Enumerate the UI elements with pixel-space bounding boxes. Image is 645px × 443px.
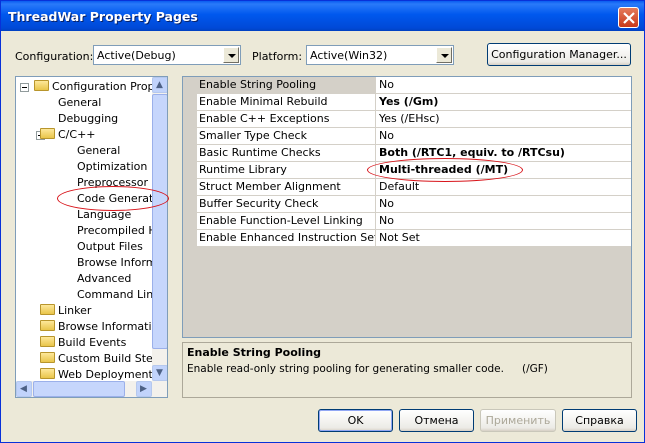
tree-item[interactable]: C/C++	[40, 127, 96, 143]
scroll-up-button[interactable]: ▲	[152, 77, 167, 93]
configuration-value: Active(Debug)	[97, 49, 176, 62]
folder-icon	[40, 352, 55, 363]
grid-row[interactable]: Buffer Security Check No	[197, 196, 631, 213]
tree-item[interactable]: General	[77, 143, 120, 159]
ok-button[interactable]: OK	[318, 409, 393, 432]
arrow-right-icon: ▶	[140, 384, 147, 394]
tree-item[interactable]: Browse Information	[40, 319, 165, 335]
grid-row[interactable]: Enable C++ Exceptions Yes (/EHsc)	[197, 111, 631, 128]
description-text: Enable read-only string pooling for gene…	[187, 363, 548, 375]
configuration-label: Configuration:	[15, 50, 94, 63]
grid-gutter	[183, 77, 197, 247]
tree-item[interactable]: Command Line	[77, 287, 160, 303]
grid-row[interactable]: Enable Minimal Rebuild Yes (/Gm)	[197, 94, 631, 111]
platform-combo[interactable]: Active(Win32)	[306, 45, 454, 65]
scroll-down-button[interactable]: ▼	[152, 365, 167, 381]
title-bar[interactable]: ThreadWar Property Pages	[1, 1, 644, 31]
tree-item[interactable]: Browse Informa	[77, 255, 163, 271]
tree-item[interactable]: Precompiled He	[77, 223, 163, 239]
close-icon	[623, 12, 635, 24]
tree-item[interactable]: Custom Build Step	[40, 351, 160, 367]
help-button[interactable]: Справка	[562, 409, 637, 432]
scroll-left-button[interactable]: ◀	[16, 381, 32, 397]
folder-open-icon	[34, 80, 49, 91]
folder-icon	[40, 336, 55, 347]
folder-open-icon	[40, 128, 55, 139]
scroll-thumb[interactable]	[152, 94, 167, 349]
close-button[interactable]	[618, 7, 639, 28]
folder-icon	[40, 320, 55, 331]
arrow-up-icon: ▲	[156, 80, 163, 90]
grid-row[interactable]: Enable Enhanced Instruction Set Not Set	[197, 230, 631, 247]
tree-horizontal-scrollbar[interactable]: ◀ ▶	[16, 381, 167, 397]
scroll-thumb[interactable]	[33, 381, 125, 397]
annotation-circle	[57, 186, 169, 211]
tree-item[interactable]: Advanced	[77, 271, 131, 287]
grid-row[interactable]: Enable Function-Level Linking No	[197, 213, 631, 230]
property-grid[interactable]: Enable String Pooling No Enable Minimal R…	[182, 76, 632, 338]
tree-vertical-scrollbar[interactable]: ▲ ▼	[152, 77, 167, 381]
chevron-down-icon[interactable]	[223, 47, 239, 63]
configuration-manager-button[interactable]: Configuration Manager...	[487, 43, 631, 66]
property-tree[interactable]: Configuration Propertie General Debuggin…	[15, 76, 168, 398]
annotation-circle	[367, 158, 523, 182]
grid-row[interactable]: Struct Member Alignment Default	[197, 179, 631, 196]
tree-item[interactable]: Configuration Propertie	[34, 79, 167, 95]
chevron-down-icon[interactable]	[436, 47, 452, 63]
configuration-combo[interactable]: Active(Debug)	[93, 45, 241, 65]
arrow-down-icon: ▼	[156, 368, 163, 378]
description-title: Enable String Pooling	[187, 346, 322, 359]
cancel-button[interactable]: Отмена	[399, 409, 474, 432]
folder-icon	[40, 368, 55, 379]
grid-row[interactable]: Smaller Type Check No	[197, 128, 631, 145]
arrow-left-icon: ◀	[20, 384, 27, 394]
tree-item[interactable]: Build Events	[40, 335, 126, 351]
platform-label: Platform:	[252, 50, 303, 63]
platform-value: Active(Win32)	[310, 49, 388, 62]
tree-item[interactable]: Optimization	[77, 159, 147, 175]
folder-icon	[40, 304, 55, 315]
description-panel: Enable String Pooling Enable read-only s…	[182, 342, 632, 398]
property-pages-dialog: ThreadWar Property Pages Configuration: …	[0, 0, 645, 443]
window-title: ThreadWar Property Pages	[8, 9, 198, 24]
collapse-icon[interactable]	[20, 83, 29, 92]
apply-button[interactable]: Применить	[480, 409, 556, 432]
scroll-right-button[interactable]: ▶	[136, 381, 152, 397]
tree-item[interactable]: Debugging	[58, 111, 118, 127]
tree-item[interactable]: Linker	[40, 303, 91, 319]
tree-item[interactable]: General	[58, 95, 101, 111]
grid-row[interactable]: Enable String Pooling No	[197, 77, 631, 94]
grid-empty-area	[183, 247, 631, 337]
tree-item[interactable]: Output Files	[77, 239, 143, 255]
